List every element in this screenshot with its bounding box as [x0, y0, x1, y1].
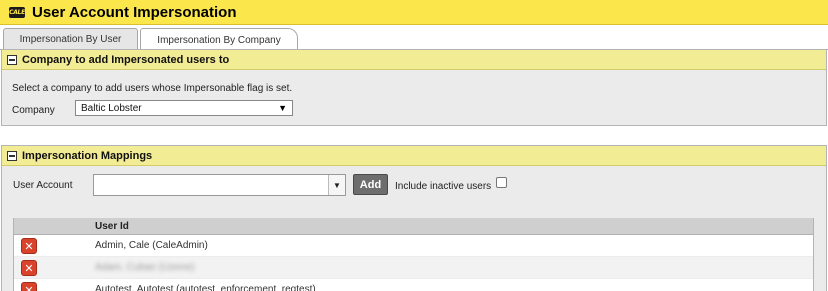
- cale-logo: CALE: [9, 6, 25, 18]
- mappings-panel-header: Impersonation Mappings: [2, 146, 826, 166]
- chevron-down-icon[interactable]: ▼: [328, 175, 345, 195]
- page-title: User Account Impersonation: [32, 3, 237, 21]
- user-account-combo[interactable]: ▼: [93, 174, 346, 196]
- table-header: User Id: [14, 218, 813, 235]
- company-select-value: Baltic Lobster: [81, 102, 142, 114]
- company-panel-title: Company to add Impersonated users to: [22, 53, 230, 66]
- mappings-panel: Impersonation Mappings User Account ▼ Ad…: [1, 145, 827, 291]
- company-panel-header: Company to add Impersonated users to: [2, 50, 826, 70]
- tab-impersonation-by-user[interactable]: Impersonation By User: [3, 28, 138, 50]
- include-inactive-checkbox[interactable]: [496, 177, 507, 188]
- company-select[interactable]: Baltic Lobster ▼: [75, 100, 293, 116]
- table-row: ✕ Autotest, Autotest (autotest_enforceme…: [14, 279, 813, 291]
- delete-icon[interactable]: ✕: [21, 260, 37, 276]
- table-row: ✕ Admin, Cale (CaleAdmin): [14, 235, 813, 257]
- delete-icon[interactable]: ✕: [21, 238, 37, 254]
- collapse-icon[interactable]: [7, 54, 17, 65]
- title-bar: CALE User Account Impersonation: [0, 0, 828, 25]
- user-id-cell: Autotest, Autotest (autotest_enforcement…: [95, 284, 316, 291]
- company-panel: Company to add Impersonated users to Sel…: [1, 49, 827, 126]
- user-account-label: User Account: [13, 180, 73, 191]
- company-instruction: Select a company to add users whose Impe…: [12, 83, 293, 94]
- tab-bar: Impersonation By User Impersonation By C…: [0, 25, 828, 51]
- company-label: Company: [12, 105, 55, 116]
- mappings-panel-title: Impersonation Mappings: [22, 149, 153, 162]
- delete-icon[interactable]: ✕: [21, 282, 37, 291]
- table-row: ✕ Adam, Cuban (Uzene): [14, 257, 813, 279]
- add-button[interactable]: Add: [353, 174, 388, 195]
- user-id-cell: Adam, Cuban (Uzene): [95, 262, 195, 273]
- collapse-icon[interactable]: [7, 150, 17, 161]
- mappings-table: User Id ✕ Admin, Cale (CaleAdmin) ✕ Adam…: [13, 218, 814, 291]
- tab-impersonation-by-company[interactable]: Impersonation By Company: [140, 28, 298, 51]
- user-id-cell: Admin, Cale (CaleAdmin): [95, 240, 208, 251]
- dropdown-arrow-icon: ▼: [278, 103, 287, 113]
- column-header-user-id[interactable]: User Id: [95, 221, 129, 232]
- include-inactive-label: Include inactive users: [395, 181, 492, 192]
